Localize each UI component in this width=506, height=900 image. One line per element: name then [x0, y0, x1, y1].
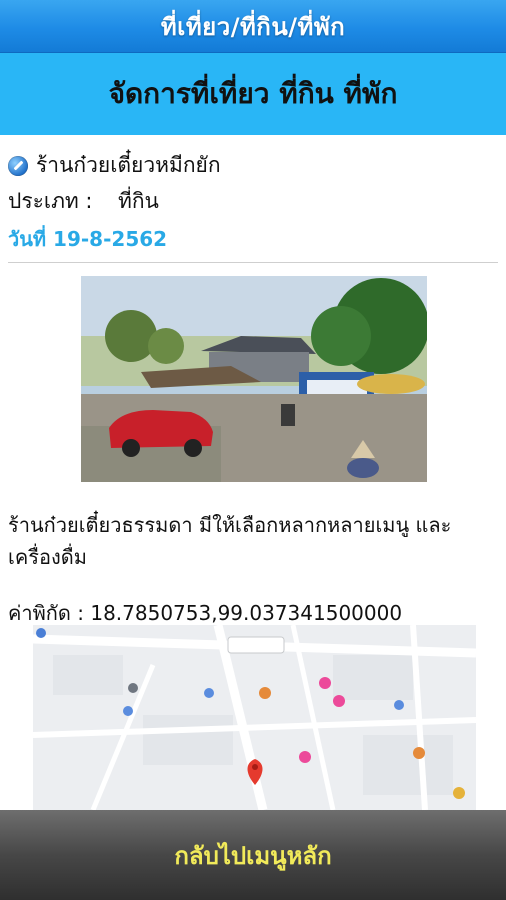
place-photo: [81, 276, 427, 482]
place-name: ร้านก๋วยเตี๋ยวหมีกยัก: [36, 153, 221, 177]
back-to-main-menu-label: กลับไปเมนูหลัก: [174, 841, 332, 870]
app-title-bar: ที่เที่ยว/ที่กิน/ที่พัก: [0, 0, 506, 53]
divider: [8, 262, 498, 263]
map-image: [33, 625, 476, 810]
place-name-row: ร้านก๋วยเตี๋ยวหมีกยัก: [8, 149, 221, 182]
place-date: วันที่ 19-8-2562: [8, 227, 168, 251]
pencil-icon[interactable]: [8, 155, 28, 176]
page-header: จัดการที่เที่ยว ที่กิน ที่พัก: [0, 53, 506, 135]
app-title: ที่เที่ยว/ที่กิน/ที่พัก: [160, 12, 346, 41]
page-title: จัดการที่เที่ยว ที่กิน ที่พัก: [108, 77, 398, 110]
type-value: ที่กิน: [118, 189, 159, 213]
place-description: ร้านก๋วยเตี๋ยวธรรมดา มีให้เลือกหลากหลายเ…: [8, 513, 452, 569]
back-to-main-menu-button[interactable]: กลับไปเมนูหลัก: [0, 810, 506, 900]
location-map[interactable]: [33, 625, 476, 810]
place-photo-image: [81, 276, 427, 482]
place-type-row: ประเภท : ที่กิน: [8, 185, 159, 218]
type-label: ประเภท :: [8, 189, 93, 213]
